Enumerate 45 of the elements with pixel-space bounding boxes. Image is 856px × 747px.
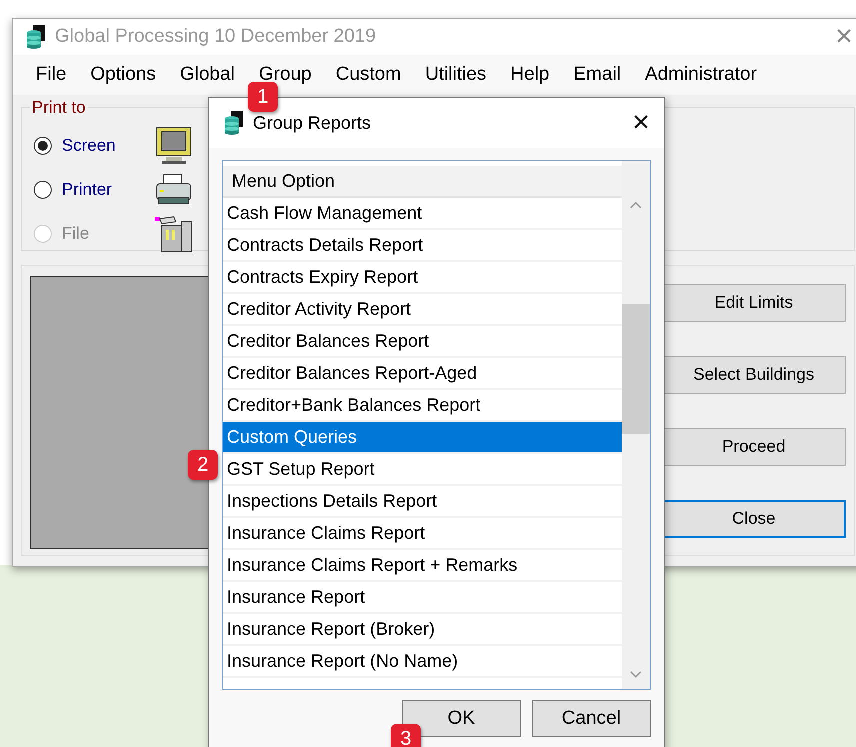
- list-item[interactable]: Cash Flow Management: [223, 198, 622, 230]
- monitor-icon: [154, 126, 194, 166]
- scroll-down-icon[interactable]: [630, 671, 642, 679]
- list-item[interactable]: Custom Queries: [223, 422, 622, 454]
- list-item[interactable]: Contracts Expiry Report: [223, 262, 622, 294]
- action-button[interactable]: Proceed: [662, 428, 846, 466]
- list-item[interactable]: Insurance Claims Report: [223, 518, 622, 550]
- menu-item[interactable]: Options: [80, 60, 168, 90]
- step-badge: 2: [188, 450, 218, 480]
- list-item[interactable]: Insurance Report (No Name): [223, 646, 622, 678]
- list-item[interactable]: Insurance Report: [223, 582, 622, 614]
- radio-label[interactable]: Screen: [62, 136, 116, 156]
- radio-button[interactable]: [34, 181, 52, 199]
- menu-item[interactable]: Utilities: [414, 60, 498, 90]
- menu-item[interactable]: File: [25, 60, 78, 90]
- menu-item[interactable]: Administrator: [634, 60, 768, 90]
- list-item[interactable]: Creditor Activity Report: [223, 294, 622, 326]
- menu-item[interactable]: Custom: [324, 60, 412, 90]
- menu-item[interactable]: Email: [562, 60, 632, 90]
- list-item[interactable]: Inspections Details Report: [223, 486, 622, 518]
- list-item[interactable]: GST Setup Report: [223, 454, 622, 486]
- database-icon: [27, 25, 45, 49]
- list-item[interactable]: Contracts Details Report: [223, 230, 622, 262]
- step-badge: 3: [391, 724, 421, 747]
- scrollbar[interactable]: [622, 161, 650, 689]
- window-title: Global Processing 10 December 2019: [55, 26, 378, 48]
- action-button[interactable]: Close: [662, 500, 846, 538]
- dialog-title: Group Reports: [253, 112, 372, 134]
- database-icon: [225, 111, 243, 135]
- dialog-button[interactable]: Cancel: [532, 700, 651, 737]
- list-item[interactable]: Creditor Balances Report-Aged: [223, 358, 622, 390]
- menu-item[interactable]: Global: [169, 60, 246, 90]
- list-item[interactable]: Insurance Report (Broker): [223, 614, 622, 646]
- list-item[interactable]: Creditor Balances Report: [223, 326, 622, 358]
- close-button[interactable]: ×: [835, 22, 856, 52]
- menu-item[interactable]: Help: [500, 60, 561, 90]
- action-button[interactable]: Edit Limits: [662, 284, 846, 322]
- action-button[interactable]: Select Buildings: [662, 356, 846, 394]
- radio-label[interactable]: Printer: [62, 180, 112, 200]
- list-item[interactable]: Insurance Claims Report + Remarks: [223, 550, 622, 582]
- step-badge: 1: [248, 82, 278, 112]
- radio-button[interactable]: [34, 137, 52, 155]
- scroll-thumb[interactable]: [622, 304, 650, 434]
- close-button[interactable]: ×: [632, 108, 664, 138]
- scroll-up-icon[interactable]: [630, 201, 642, 209]
